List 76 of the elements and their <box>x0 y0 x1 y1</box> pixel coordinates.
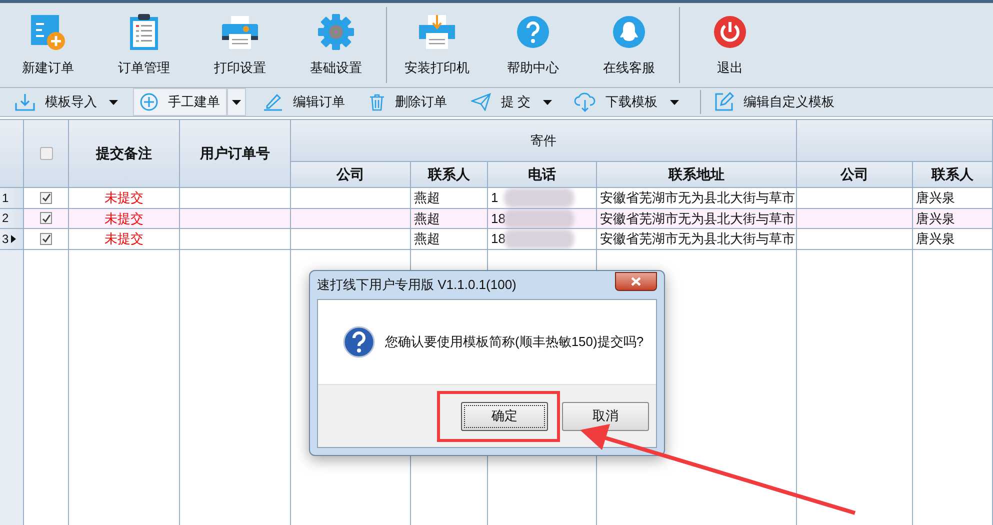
dialog-button[interactable]: 取消 <box>562 402 649 430</box>
action-button[interactable]: 模板导入 <box>8 88 104 116</box>
blurred-phone-mask <box>504 229 574 249</box>
toolbar-button[interactable]: 新建订单 <box>0 3 96 87</box>
column-header: 联系地址 <box>597 162 797 188</box>
power-icon <box>713 15 747 49</box>
table-cell-text: 安徽省芜湖市无为县北大街与草市 <box>600 230 795 248</box>
table-cell-text: 安徽省芜湖市无为县北大街与草市 <box>600 210 795 228</box>
row-number: 1 <box>2 190 9 207</box>
caret-icon <box>670 100 679 104</box>
column-header: 联系人 <box>411 162 488 188</box>
toolbar-button[interactable]: 基础设置 <box>288 3 384 87</box>
chat-penguin-icon <box>612 15 646 49</box>
table-cell-text: 未提交 <box>104 189 144 207</box>
table-cell-text: 1 <box>491 189 498 207</box>
dropdown-button[interactable] <box>227 88 246 116</box>
toolbar-button[interactable]: 打印设置 <box>192 3 288 87</box>
import-icon <box>15 93 35 111</box>
table-cell-text: 唐兴泉 <box>916 189 955 207</box>
select-all-checkbox[interactable] <box>40 147 52 160</box>
caret-icon <box>542 100 552 104</box>
dialog-button[interactable]: 确定 <box>461 402 548 430</box>
toolbar-button[interactable]: 订单管理 <box>96 3 192 87</box>
action-button[interactable]: 下载模板 <box>566 88 665 116</box>
row-number: 2 <box>2 210 9 228</box>
blurred-phone-mask <box>504 208 574 228</box>
caret-icon <box>109 100 118 104</box>
toolbar-button[interactable]: 在线客服 <box>581 3 677 87</box>
action-button[interactable]: 编辑订单 <box>256 88 352 116</box>
column-header: 公司 <box>797 162 913 188</box>
column-header: 公司 <box>291 162 411 188</box>
blurred-phone-mask <box>504 188 574 208</box>
printer-download-icon <box>418 13 456 51</box>
new-document-icon <box>29 13 67 51</box>
trash-icon <box>369 93 385 111</box>
help-icon <box>516 15 550 49</box>
column-group-header: 寄件 <box>291 120 797 162</box>
paper-plane-icon <box>471 93 491 111</box>
dialog-title: 速打线下用户专用版 V1.1.0.1(100) <box>317 276 516 294</box>
table-cell-text: 唐兴泉 <box>916 210 955 228</box>
column-header: 电话 <box>488 162 597 188</box>
cloud-download-icon <box>574 92 596 112</box>
table-cell-text: 未提交 <box>104 210 144 228</box>
gear-icon <box>317 13 355 51</box>
action-button[interactable]: 提 交 <box>464 88 538 116</box>
current-row-icon <box>10 234 16 243</box>
action-button[interactable]: 编辑自定义模板 <box>706 88 842 116</box>
printer-icon <box>221 13 259 51</box>
table-cell-text: 18 <box>491 210 506 228</box>
table-cell-text: 燕超 <box>414 189 440 207</box>
column-header: 用户订单号 <box>180 120 291 188</box>
table-cell-text: 安徽省芜湖市无为县北大街与草市 <box>600 189 795 207</box>
column-header: 提交备注 <box>69 120 180 188</box>
caret-icon <box>232 100 241 104</box>
close-icon <box>631 276 641 286</box>
action-button[interactable]: 删除订单 <box>362 88 454 116</box>
toolbar-button[interactable]: 退出 <box>682 3 778 87</box>
table-cell-text: 未提交 <box>104 230 144 248</box>
row-number: 3 <box>2 230 9 248</box>
table-cell-text: 18 <box>491 230 506 248</box>
pencil-icon <box>263 93 283 111</box>
row-checkbox[interactable] <box>40 192 52 204</box>
edit-square-icon <box>714 92 734 112</box>
toolbar-button[interactable]: 安装打印机 <box>389 3 485 87</box>
close-button[interactable] <box>615 272 657 290</box>
column-header: 联系人 <box>913 162 993 188</box>
row-checkbox[interactable] <box>40 212 52 224</box>
table-cell-text: 燕超 <box>414 210 440 228</box>
row-checkbox[interactable] <box>40 232 52 245</box>
table-cell-text: 唐兴泉 <box>916 230 955 248</box>
dialog-message: 您确认要使用模板简称(顺丰热敏150)提交吗? <box>385 333 644 352</box>
toolbar-button[interactable]: 帮助中心 <box>485 3 581 87</box>
action-button[interactable]: 手工建单 <box>133 88 227 116</box>
plus-circle-icon <box>140 93 158 111</box>
question-icon <box>343 326 375 358</box>
table-cell-text: 燕超 <box>414 230 440 248</box>
